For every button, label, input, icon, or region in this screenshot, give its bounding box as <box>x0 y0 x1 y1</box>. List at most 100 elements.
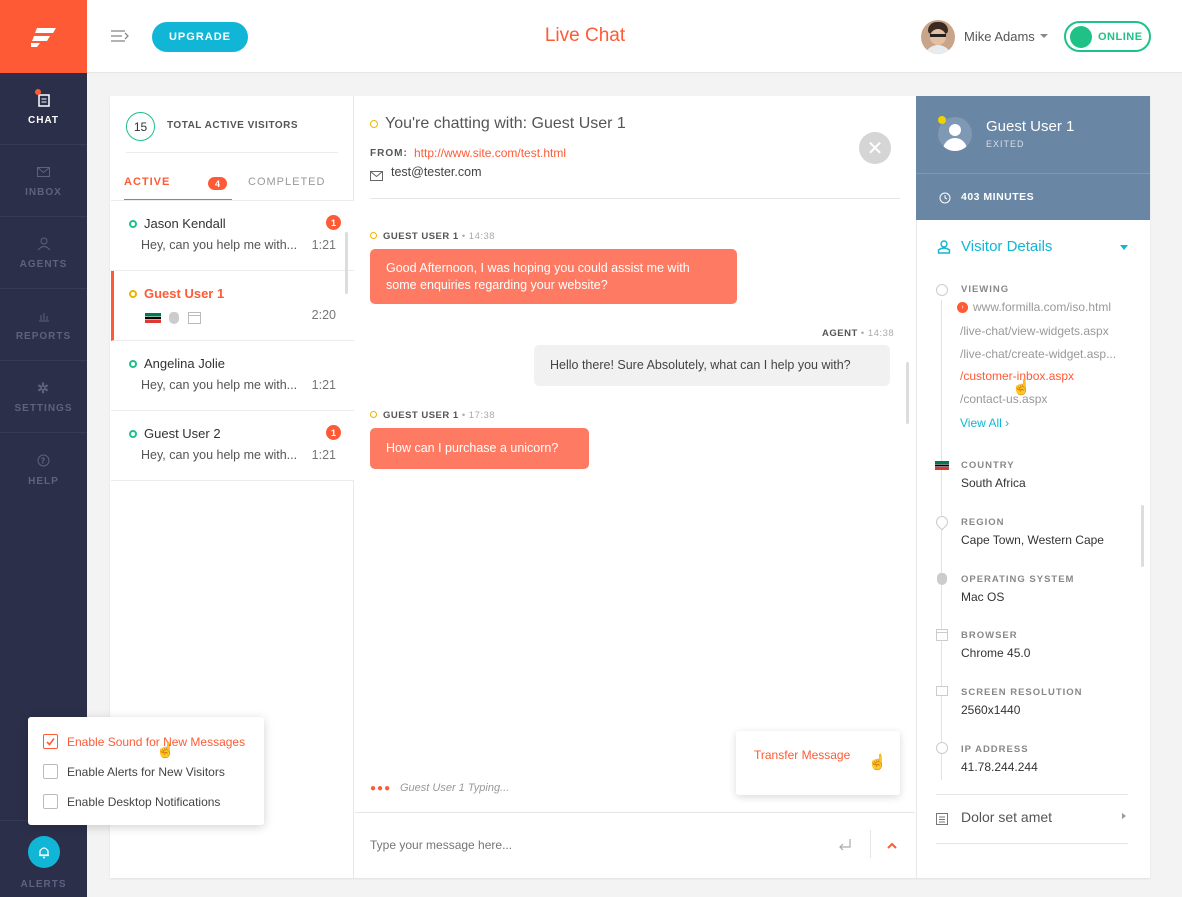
chevron-up-icon[interactable] <box>886 838 898 856</box>
message-time: 14:38 <box>468 231 496 242</box>
checkmark-icon <box>46 738 55 746</box>
unread-badge: 1 <box>326 215 341 230</box>
chevron-right-icon[interactable] <box>1122 813 1126 819</box>
bell-icon[interactable] <box>28 836 60 868</box>
chevron-down-icon[interactable] <box>1040 34 1048 38</box>
enter-icon[interactable] <box>838 837 852 856</box>
list-item[interactable]: Angelina Jolie Hey, can you help me with… <box>111 341 354 411</box>
visitor-time: 2:20 <box>311 308 336 322</box>
message-sender: GUEST USER 1 • 14:38 <box>370 231 495 242</box>
sound-checkbox[interactable] <box>43 734 58 749</box>
region-label: REGION <box>961 517 1005 528</box>
sidebar-item-label: SETTINGS <box>14 403 73 414</box>
message-time: 14:38 <box>867 328 895 339</box>
chat-heading: You're chatting with: Guest User 1 <box>385 115 626 132</box>
sidebar-item-reports[interactable]: REPORTS <box>0 289 87 361</box>
away-indicator-icon <box>370 411 377 418</box>
desktop-notifications-option-label[interactable]: Enable Desktop Notifications <box>67 795 220 809</box>
tab-completed[interactable]: COMPLETED <box>248 176 325 188</box>
page-link[interactable]: www.formilla.com/iso.html <box>973 300 1111 314</box>
eye-icon <box>936 284 948 296</box>
visitor-name: Guest User 2 <box>144 426 221 441</box>
visitor-message: Hey, can you help me with... <box>141 378 298 392</box>
email-icon <box>370 168 383 186</box>
details-scrollbar[interactable] <box>1141 505 1144 567</box>
document-icon <box>936 812 948 830</box>
view-all-link[interactable]: View All › <box>960 416 1009 430</box>
transfer-message-option[interactable]: Transfer Message <box>754 748 850 762</box>
sidebar-item-chat[interactable]: CHAT <box>0 73 87 145</box>
browser-label: BROWSER <box>961 630 1018 641</box>
os-label: OPERATING SYSTEM <box>961 574 1075 585</box>
formilla-logo-icon <box>30 27 56 47</box>
online-status-toggle[interactable]: ONLINE <box>1064 21 1151 52</box>
status-label: ONLINE <box>1098 30 1143 43</box>
hand-cursor-icon: ☝ <box>868 754 887 771</box>
list-item[interactable]: Jason Kendall Hey, can you help me with.… <box>111 201 354 271</box>
page-link[interactable]: /live-chat/create-widget.asp... <box>960 347 1116 361</box>
close-chat-button[interactable]: ✕ <box>859 132 891 164</box>
page-link[interactable]: /live-chat/view-widgets.aspx <box>960 324 1109 338</box>
visitor-details-title[interactable]: Visitor Details <box>961 238 1052 255</box>
message-input[interactable] <box>355 813 825 877</box>
message-sender: GUEST USER 1 • 17:38 <box>370 410 495 421</box>
list-item[interactable]: Guest User 2 Hey, can you help me with..… <box>111 411 354 481</box>
resolution-label: SCREEN RESOLUTION <box>961 687 1083 698</box>
desktop-notifications-checkbox[interactable] <box>43 794 58 809</box>
chat-icon <box>34 89 53 109</box>
os-value: Mac OS <box>961 590 1005 604</box>
page-link[interactable]: /contact-us.aspx <box>960 392 1047 406</box>
visitor-message: Hey, can you help me with... <box>141 238 298 252</box>
user-name[interactable]: Mike Adams <box>964 29 1035 44</box>
chevron-down-icon[interactable] <box>1120 245 1128 250</box>
country-label: COUNTRY <box>961 460 1015 471</box>
sidebar-item-help[interactable]: ? HELP <box>0 433 87 505</box>
inbox-icon <box>35 163 53 181</box>
message-sender: AGENT • 14:38 <box>822 328 895 339</box>
away-indicator-icon <box>129 290 137 298</box>
sidebar-item-label: CHAT <box>27 115 60 126</box>
online-indicator-icon <box>129 220 137 228</box>
sidebar-item-inbox[interactable]: INBOX <box>0 145 87 217</box>
avatar[interactable] <box>921 20 955 54</box>
chat-scrollbar[interactable] <box>906 362 909 424</box>
visitor-list-scrollbar[interactable] <box>345 232 348 294</box>
visitor-name: Angelina Jolie <box>144 356 225 371</box>
visitor-count-badge: 15 <box>126 112 155 141</box>
ip-icon <box>936 742 948 754</box>
sidebar-item-label: INBOX <box>25 187 62 198</box>
browser-value: Chrome 45.0 <box>961 646 1031 660</box>
menu-toggle-icon[interactable] <box>110 28 130 49</box>
sidebar-item-settings[interactable]: ✲ SETTINGS <box>0 361 87 433</box>
visitor-alerts-checkbox[interactable] <box>43 764 58 779</box>
tab-active[interactable]: ACTIVE <box>124 176 170 188</box>
upgrade-button[interactable]: UPGRADE <box>152 22 248 52</box>
visitor-alerts-option-label[interactable]: Enable Alerts for New Visitors <box>67 765 225 779</box>
south-africa-flag-icon <box>935 461 949 470</box>
visitor-name: Guest User 1 <box>986 118 1075 135</box>
from-url-link[interactable]: http://www.site.com/test.html <box>414 146 566 160</box>
transfer-menu: Transfer Message ☝ <box>736 731 900 795</box>
message-time: 17:38 <box>468 410 496 421</box>
active-count-badge: 4 <box>208 177 227 190</box>
reports-icon <box>35 307 53 325</box>
browser-icon <box>936 629 948 641</box>
visitor-time: 1:21 <box>311 378 336 392</box>
logo[interactable] <box>0 0 87 73</box>
dolor-section-title[interactable]: Dolor set amet <box>961 809 1052 825</box>
clock-icon <box>939 191 951 209</box>
online-indicator-icon <box>129 360 137 368</box>
status-dot-icon <box>1070 25 1092 48</box>
visitor-name: Guest User 1 <box>144 286 225 301</box>
visitor-message: Hey, can you help me with... <box>141 448 298 462</box>
sidebar-item-agents[interactable]: AGENTS <box>0 217 87 289</box>
details-timeline <box>941 300 942 780</box>
current-page-icon: › <box>957 302 968 313</box>
agent-message-bubble: Hello there! Sure Absolutely, what can I… <box>534 345 890 386</box>
sidebar-item-label: ALERTS <box>20 879 67 890</box>
alerts-section[interactable]: ALERTS <box>0 820 87 897</box>
typing-dots-icon: ●●● <box>370 783 392 794</box>
list-item[interactable]: Guest User 1 2:20 <box>111 271 354 341</box>
ip-value: 41.78.244.244 <box>961 760 1038 774</box>
viewing-label: VIEWING <box>961 284 1010 295</box>
